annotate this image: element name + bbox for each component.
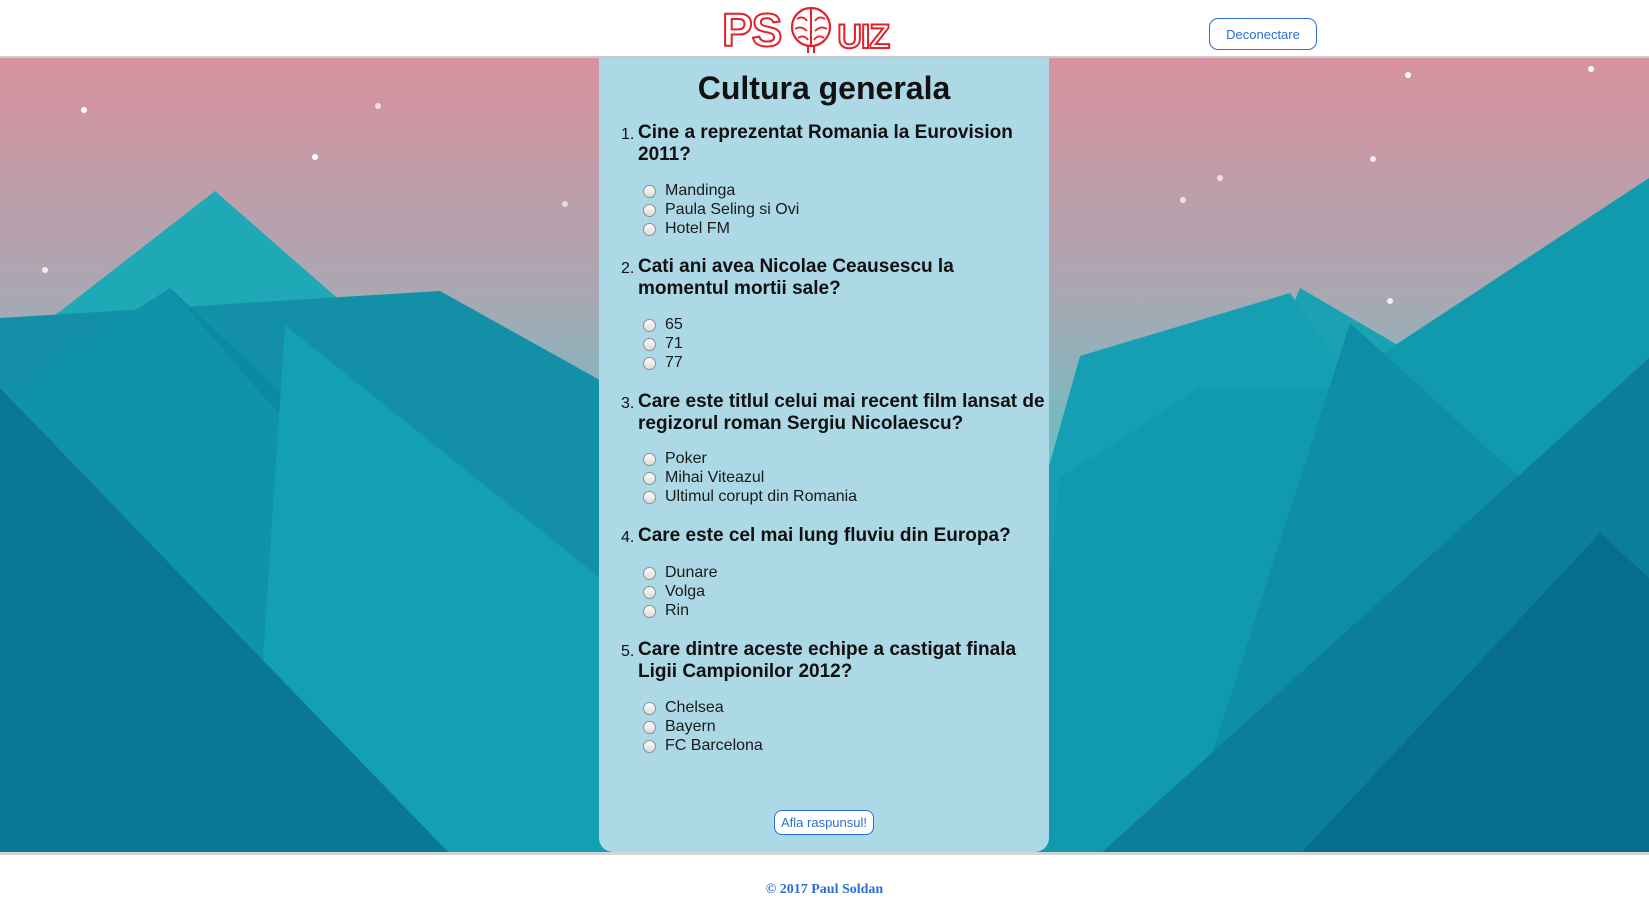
- radio-button[interactable]: [643, 184, 656, 198]
- answer-option[interactable]: Mihai Viteazul: [643, 468, 764, 488]
- footer-divider: [0, 852, 1649, 855]
- radio-button[interactable]: [643, 604, 656, 618]
- question-text: Cine a reprezentat Romania la Eurovision…: [638, 122, 1013, 165]
- answer-label[interactable]: Chelsea: [665, 699, 724, 717]
- question-number: 3.: [621, 395, 635, 412]
- answer-option[interactable]: FC Barcelona: [643, 736, 763, 756]
- question-number: 5.: [621, 643, 635, 660]
- answer-label[interactable]: 65: [665, 316, 683, 334]
- answer-label[interactable]: Bayern: [665, 718, 716, 736]
- radio-button[interactable]: [643, 203, 656, 217]
- answer-label[interactable]: Ultimul corupt din Romania: [665, 488, 857, 506]
- radio-button[interactable]: [643, 337, 656, 351]
- answer-option[interactable]: Volga: [643, 582, 705, 602]
- radio-button[interactable]: [643, 318, 656, 332]
- submit-answers-button[interactable]: Afla raspunsul!: [774, 810, 874, 835]
- question-text: Care este cel mai lung fluviu din Europa…: [638, 525, 1011, 546]
- quiz-card: Cultura generala 1. Cine a reprezentat R…: [599, 58, 1049, 852]
- answer-label[interactable]: Mandinga: [665, 182, 735, 200]
- radio-button[interactable]: [643, 701, 656, 715]
- answer-label[interactable]: 77: [665, 354, 683, 372]
- answer-option[interactable]: 65: [643, 315, 683, 335]
- answer-label[interactable]: 71: [665, 335, 683, 353]
- answer-label[interactable]: Mihai Viteazul: [665, 469, 764, 487]
- radio-button[interactable]: [643, 585, 656, 599]
- answer-option[interactable]: 77: [643, 353, 683, 373]
- quiz-title: Cultura generala: [697, 70, 951, 106]
- logo-text-ps: PS: [721, 4, 783, 56]
- answer-option[interactable]: Rin: [643, 601, 689, 621]
- answer-label[interactable]: Volga: [665, 583, 705, 601]
- brain-icon: [791, 6, 832, 53]
- copyright-footer: © 2017 Paul Soldan: [765, 882, 884, 897]
- question-number: 4.: [621, 529, 635, 546]
- answer-label[interactable]: FC Barcelona: [665, 737, 763, 755]
- answer-option[interactable]: 71: [643, 334, 683, 354]
- radio-button[interactable]: [643, 222, 656, 236]
- question-number: 2.: [621, 260, 635, 277]
- answer-label[interactable]: Rin: [665, 602, 689, 620]
- question-number: 1.: [621, 126, 635, 143]
- answer-option[interactable]: Bayern: [643, 717, 716, 737]
- answer-label[interactable]: Poker: [665, 450, 707, 468]
- radio-button[interactable]: [643, 452, 656, 466]
- answer-label[interactable]: Hotel FM: [665, 220, 730, 238]
- answer-option[interactable]: Ultimul corupt din Romania: [643, 487, 857, 507]
- answer-label[interactable]: Paula Seling si Ovi: [665, 201, 799, 219]
- answer-option[interactable]: Paula Seling si Ovi: [643, 200, 799, 220]
- answer-label[interactable]: Dunare: [665, 564, 717, 582]
- radio-button[interactable]: [643, 739, 656, 753]
- answer-option[interactable]: Poker: [643, 449, 707, 469]
- radio-button[interactable]: [643, 356, 656, 370]
- question-text: Cati ani avea Nicolae Ceausescu la momen…: [638, 256, 954, 299]
- top-bar: PS UIZ Deconectare: [0, 0, 1649, 58]
- answer-option[interactable]: Mandinga: [643, 181, 735, 201]
- radio-button[interactable]: [643, 490, 656, 504]
- radio-button[interactable]: [643, 471, 656, 485]
- answer-option[interactable]: Chelsea: [643, 698, 724, 718]
- radio-button[interactable]: [643, 566, 656, 580]
- question-text: Care este titlul celui mai recent film l…: [638, 391, 1045, 434]
- answer-option[interactable]: Dunare: [643, 563, 717, 583]
- radio-button[interactable]: [643, 720, 656, 734]
- ps-quiz-logo[interactable]: PS UIZ: [721, 4, 922, 56]
- logout-button[interactable]: Deconectare: [1209, 18, 1317, 50]
- question-text: Care dintre aceste echipe a castigat fin…: [638, 639, 1017, 682]
- answer-option[interactable]: Hotel FM: [643, 219, 730, 239]
- logo-text-uiz: UIZ: [836, 18, 891, 56]
